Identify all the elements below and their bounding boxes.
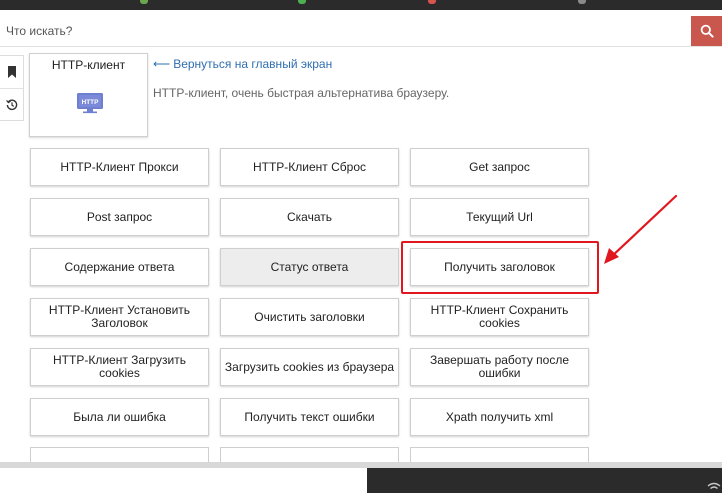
http-icon-label: HTTP <box>82 99 99 106</box>
command-button-partial[interactable] <box>220 447 399 463</box>
command-button[interactable]: HTTP-Клиент Установить Заголовок <box>30 298 209 336</box>
back-link-label: Вернуться на главный экран <box>173 57 333 71</box>
annotation-arrow-icon <box>604 194 678 264</box>
module-title: HTTP-клиент <box>51 58 126 72</box>
command-button[interactable]: Получить текст ошибки <box>220 398 399 436</box>
search-icon <box>700 24 714 38</box>
tab-favicon-icon <box>578 0 586 4</box>
command-button-partial[interactable] <box>30 447 209 463</box>
side-toolbar <box>0 55 24 121</box>
command-button[interactable]: HTTP-Клиент Прокси <box>30 148 209 186</box>
command-button-partial[interactable] <box>410 447 589 463</box>
module-card: HTTP-клиент HTTP <box>29 53 148 137</box>
back-to-home-link[interactable]: ⟵ Вернуться на главный экран <box>153 57 332 71</box>
search-bar <box>0 16 722 47</box>
browser-top-bar <box>0 0 722 10</box>
history-button[interactable] <box>0 88 23 121</box>
wifi-icon <box>707 482 721 490</box>
command-button[interactable]: HTTP-Клиент Загрузить cookies <box>30 348 209 386</box>
search-input[interactable] <box>0 16 690 46</box>
taskbar <box>367 468 722 493</box>
command-button[interactable]: Текущий Url <box>410 198 589 236</box>
command-button[interactable]: Очистить заголовки <box>220 298 399 336</box>
arrow-left-icon: ⟵ <box>153 57 171 71</box>
history-icon <box>5 99 17 111</box>
module-description: HTTP-клиент, очень быстрая альтернатива … <box>153 86 450 100</box>
bookmark-button[interactable] <box>0 56 23 88</box>
command-button-hovered[interactable]: Статус ответа <box>220 248 399 286</box>
command-button[interactable]: HTTP-Клиент Сохранить cookies <box>410 298 589 336</box>
tab-favicon-icon <box>428 0 436 4</box>
command-button[interactable]: Завершать работу после ошибки <box>410 348 589 386</box>
tab-favicon-icon <box>298 0 306 4</box>
command-button-highlighted[interactable]: Получить заголовок <box>410 248 589 286</box>
command-button[interactable]: Скачать <box>220 198 399 236</box>
tab-favicon-icon <box>140 0 148 4</box>
command-button[interactable]: HTTP-Клиент Сброс <box>220 148 399 186</box>
http-monitor-icon: HTTP <box>77 93 103 114</box>
search-button[interactable] <box>691 16 722 46</box>
command-button[interactable]: Get запрос <box>410 148 589 186</box>
command-button[interactable]: Post запрос <box>30 198 209 236</box>
command-button[interactable]: Загрузить cookies из браузера <box>220 348 399 386</box>
command-button[interactable]: Xpath получить xml <box>410 398 589 436</box>
bookmark-icon <box>7 66 16 78</box>
command-button[interactable]: Содержание ответа <box>30 248 209 286</box>
command-button[interactable]: Была ли ошибка <box>30 398 209 436</box>
